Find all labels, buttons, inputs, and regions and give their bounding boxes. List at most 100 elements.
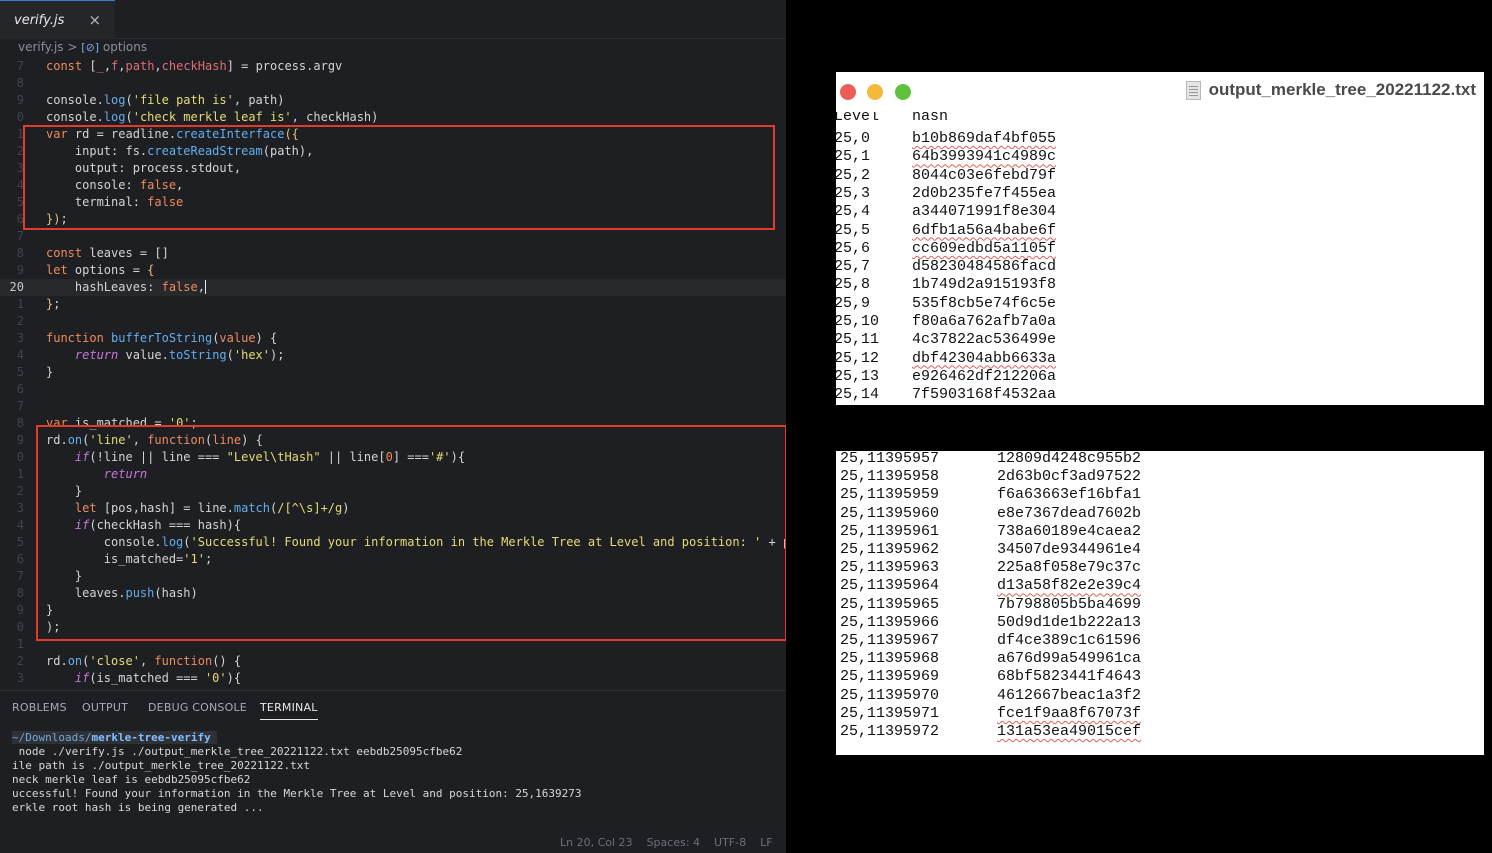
- code-line: 2: [0, 313, 786, 330]
- file-row: 25,11395963 225a8f058e79c37c: [840, 559, 1141, 577]
- row-position: 25,8: [836, 276, 871, 294]
- row-hash: d13a58f82e2e39c4: [997, 577, 1142, 595]
- file-row: 25,11395969 68bf5823441f4643: [840, 668, 1141, 686]
- file-row: 25,9 535f8cb5e74f6c5e: [836, 295, 1056, 313]
- file-row: 25,8 1b749d2a915193f8: [836, 276, 1056, 294]
- row-position: 25,6: [836, 239, 871, 257]
- row-hash: a676d99a549961ca: [997, 650, 1142, 668]
- file-row: 25,11395964 d13a58f82e2e39c4: [840, 577, 1141, 595]
- highlight-box-line-handler: [36, 425, 786, 641]
- indentation[interactable]: Spaces: 4: [647, 836, 700, 849]
- row-position: 25,12: [836, 349, 880, 367]
- row-position: 25,11395957: [840, 451, 940, 467]
- row-hash: 50d9d1de1b222a13: [997, 613, 1142, 631]
- line-number: 9: [16, 603, 24, 617]
- row-position: 25,11395968: [840, 650, 940, 668]
- line-number: 0: [16, 450, 24, 464]
- row-position: 25,11: [836, 331, 880, 349]
- line-number: 4: [16, 518, 24, 532]
- breadcrumb-symbol[interactable]: options: [103, 40, 147, 54]
- row-position: 25,11395971: [840, 704, 940, 722]
- line-number: 8: [16, 416, 24, 430]
- line-number: 2: [16, 144, 24, 158]
- file-row: 25,4 a344071991f8e304: [836, 203, 1056, 221]
- highlight-box-readline: [23, 125, 775, 230]
- end-of-line[interactable]: LF: [760, 836, 772, 849]
- code-line: 2 rd.on('close', function() {: [0, 653, 786, 670]
- file-row: 25,11395961 738a60189e4caea2: [840, 523, 1141, 541]
- row-hash: 131a53ea49015cef: [997, 723, 1142, 740]
- file-row: 25,11 4c37822ac536499e: [836, 331, 1056, 349]
- row-position: 25,14: [836, 386, 880, 404]
- line-number: 2: [16, 654, 24, 668]
- row-hash: 34507de9344961e4: [997, 541, 1142, 558]
- row-position: 25,11395966: [840, 613, 940, 631]
- file-row: 25,11395965 7b798805b5ba4699: [840, 596, 1141, 614]
- file-content-2[interactable]: 25,11395957 12809d4248c955b2 25,11395958 2d…: [836, 451, 1484, 740]
- row-hash: f6a63663ef16bfa1: [997, 486, 1142, 504]
- line-number: 2: [16, 314, 24, 328]
- line-number: 0: [16, 110, 24, 124]
- row-hash: 12809d4248c955b2: [997, 451, 1142, 467]
- terminal-line: uccessful! Found your information in the…: [12, 787, 582, 800]
- line-number: 5: [16, 365, 24, 379]
- file-row: 25,10 f80a6a762afb7a0a: [836, 313, 1056, 331]
- line-number: 9: [16, 433, 24, 447]
- document-icon: [1185, 80, 1201, 100]
- line-number: 1: [16, 637, 24, 651]
- close-window-button[interactable]: [840, 84, 856, 100]
- row-position: 25,0: [836, 130, 871, 147]
- row-hash: dbf42304abb6633a: [912, 349, 1057, 367]
- row-hash: 738a60189e4caea2: [997, 522, 1142, 540]
- close-icon[interactable]: ×: [88, 11, 101, 29]
- file-row: 25,11395958 2d63b0cf3ad97522: [840, 468, 1141, 486]
- breadcrumb-file[interactable]: verify.js: [18, 40, 64, 54]
- cursor-position[interactable]: Ln 20, Col 23: [560, 836, 633, 849]
- tab-debug-console[interactable]: DEBUG CONSOLE: [148, 701, 247, 714]
- tab-output[interactable]: OUTPUT: [82, 701, 128, 714]
- line-number: 2: [16, 484, 24, 498]
- file-row: 25,7 d58230484586facd: [836, 258, 1056, 276]
- row-position: 25,11395960: [840, 504, 940, 522]
- line-number: 6: [16, 552, 24, 566]
- file-row: 25,12 dbf42304abb6633a: [836, 350, 1056, 368]
- row-position: 25,7: [836, 258, 871, 276]
- row-hash: fce1f9aa8f67073f: [997, 704, 1142, 722]
- row-hash: 2d63b0cf3ad97522: [997, 468, 1142, 486]
- row-hash: 2d0b235fe7f455ea: [912, 184, 1057, 202]
- row-position: 25,3: [836, 184, 871, 202]
- tab-verify-js[interactable]: verify.js ×: [0, 0, 116, 39]
- code-line-current: 20 hashLeaves: false,: [0, 279, 786, 296]
- row-hash: 4c37822ac536499e: [912, 331, 1057, 349]
- file-name: output_merkle_tree_20221122.txt: [1208, 80, 1476, 99]
- file-row: 25,2 8044c03e6febd79f: [836, 167, 1056, 185]
- file-row: 25,0 b10b869daf4bf055: [836, 130, 1056, 148]
- line-number: 5: [16, 535, 24, 549]
- tab-terminal[interactable]: TERMINAL: [260, 701, 318, 720]
- code-line: 8: [0, 75, 786, 92]
- terminal-line: ile path is ./output_merkle_tree_2022112…: [12, 759, 311, 772]
- encoding[interactable]: UTF-8: [714, 836, 746, 849]
- row-hash: 1b749d2a915193f8: [912, 276, 1057, 294]
- line-number: 0: [16, 620, 24, 634]
- line-number: 1: [16, 127, 24, 141]
- file-row: 25,6 cc609edbd5a1105f: [836, 240, 1056, 258]
- line-number: 7: [16, 59, 24, 73]
- line-number: 7: [16, 569, 24, 583]
- row-hash: 4612667beac1a3f2: [997, 686, 1142, 704]
- code-line: 7 const [_,f,path,checkHash] = process.ar…: [0, 58, 786, 75]
- file-row: 25,11395971 fce1f9aa8f67073f: [840, 705, 1141, 723]
- maximize-window-button[interactable]: [895, 84, 911, 100]
- row-hash: 7f5903168f4532aa: [912, 386, 1057, 404]
- row-position: 25,11395959: [840, 486, 940, 504]
- line-number: 6: [16, 212, 24, 226]
- tab-label: verify.js: [14, 12, 65, 28]
- terminal-output[interactable]: ~/Downloads/merkle-tree-verify node ./ve…: [12, 731, 582, 815]
- minimize-window-button[interactable]: [867, 84, 883, 100]
- code-line: 8 const leaves = []: [0, 245, 786, 262]
- line-number: 6: [16, 382, 24, 396]
- row-hash: 64b3993941c4989c: [912, 148, 1057, 166]
- row-position: 25,1: [836, 148, 871, 166]
- tab-problems[interactable]: ROBLEMS: [12, 701, 67, 714]
- terminal-line: neck merkle leaf is eebdb25095cfbe62: [12, 773, 251, 786]
